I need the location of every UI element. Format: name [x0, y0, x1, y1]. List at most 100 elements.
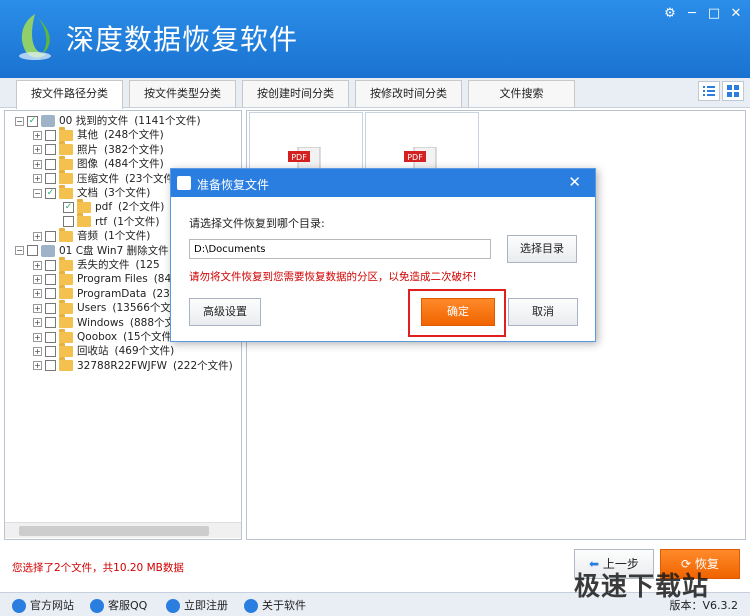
close-icon[interactable]: ✕	[726, 6, 746, 22]
tree-item-label: pdf	[95, 201, 113, 214]
expand-toggle-icon[interactable]: +	[33, 260, 42, 270]
tree-item[interactable]: ✓ pdf (2个文件)	[51, 198, 164, 214]
tree-item[interactable]: + 音频 (1个文件)	[33, 227, 151, 243]
tree-checkbox[interactable]: ✓	[63, 201, 74, 213]
tree-item[interactable]: + Program Files (842	[33, 270, 178, 286]
tree-checkbox[interactable]	[45, 158, 56, 170]
selection-status: 您选择了2个文件，共10.20 MB数据	[12, 562, 184, 574]
tree-checkbox[interactable]	[45, 259, 56, 271]
tree-item-label: 照片	[77, 143, 98, 156]
tree-item[interactable]: − ✓ 00 找到的文件 (1141个文件)	[15, 114, 201, 128]
tree-checkbox[interactable]	[45, 288, 56, 300]
tab-by-path[interactable]: 按文件路径分类	[16, 80, 123, 109]
tree-item-label: Users	[77, 302, 107, 315]
expand-toggle-icon[interactable]: +	[33, 274, 42, 284]
expand-toggle-icon[interactable]: +	[33, 361, 42, 371]
tree-checkbox[interactable]	[45, 173, 56, 185]
support-qq-link[interactable]: 客服QQ	[90, 597, 147, 613]
tree-item[interactable]: + 回收站 (469个文件)	[33, 342, 175, 358]
expand-toggle-icon[interactable]: +	[33, 174, 42, 184]
tab-by-modified[interactable]: 按修改时间分类	[355, 80, 462, 107]
tree-item-label: 00 找到的文件	[59, 115, 129, 127]
expand-toggle-icon[interactable]: −	[33, 188, 42, 198]
expand-toggle-icon[interactable]: −	[15, 246, 24, 256]
tab-by-type[interactable]: 按文件类型分类	[129, 80, 236, 107]
expand-toggle-icon[interactable]: +	[33, 346, 42, 356]
dialog-close-icon[interactable]: ✕	[568, 173, 581, 191]
expand-toggle-icon[interactable]: −	[15, 116, 24, 126]
tree-checkbox[interactable]	[27, 245, 38, 257]
expand-toggle-icon[interactable]: +	[33, 303, 42, 313]
tree-item[interactable]: + 其他 (248个文件)	[33, 126, 164, 142]
tree-checkbox[interactable]	[45, 230, 56, 242]
folder-icon	[59, 328, 73, 343]
file-tile[interactable]: PDF	[365, 112, 479, 173]
confirm-button[interactable]: 确定	[421, 298, 495, 326]
tree-item[interactable]: − 01 C盘 Win7 删除文件 (	[15, 244, 182, 258]
file-tile[interactable]: PDF	[249, 112, 363, 173]
tree-checkbox[interactable]	[45, 345, 56, 357]
expand-toggle-icon[interactable]: +	[33, 318, 42, 328]
expand-toggle-icon[interactable]: +	[33, 159, 42, 169]
tree-checkbox[interactable]: ✓	[45, 187, 56, 199]
register-link[interactable]: 立即注册	[166, 597, 228, 613]
title-bar: 深度数据恢复软件 ⚙ ─ □ ✕	[0, 0, 750, 78]
tree-item[interactable]: + Users (13566个文	[33, 299, 171, 315]
advanced-settings-button[interactable]: 高级设置	[189, 298, 261, 326]
tree-item-count: (1个文件)	[104, 230, 151, 243]
tree-item[interactable]: rtf (1个文件)	[51, 213, 160, 229]
cancel-button[interactable]: 取消	[508, 298, 578, 326]
tree-item[interactable]: + 丢失的文件 (125	[33, 256, 160, 272]
scrollbar-thumb[interactable]	[19, 526, 209, 536]
tree-checkbox[interactable]	[45, 302, 56, 314]
tree-item[interactable]: + ProgramData (237	[33, 285, 177, 301]
settings-icon[interactable]: ⚙	[660, 6, 680, 22]
tree-item[interactable]: + 压缩文件 (23个文件)	[33, 170, 178, 186]
expand-toggle-icon[interactable]: +	[33, 130, 42, 140]
about-link[interactable]: 关于软件	[244, 597, 306, 613]
folder-icon	[59, 170, 73, 185]
tree-item-count: (382个文件)	[104, 143, 164, 156]
home-icon	[12, 599, 26, 613]
folder-icon	[59, 227, 73, 242]
maximize-icon[interactable]: □	[704, 6, 724, 22]
tree-checkbox[interactable]	[45, 360, 56, 372]
tree-checkbox[interactable]	[45, 144, 56, 156]
tree-item-label: 压缩文件	[77, 172, 119, 185]
tree-item-label: Qoobox	[77, 331, 118, 343]
tree-item-count: (15个文件)	[123, 331, 177, 343]
tree-item-count: (222个文件)	[173, 359, 233, 372]
tab-file-search[interactable]: 文件搜索	[468, 80, 575, 107]
choose-directory-button[interactable]: 选择目录	[507, 235, 577, 263]
tree-horizontal-scrollbar[interactable]	[5, 522, 241, 538]
tree-item-label: 丢失的文件	[77, 259, 130, 271]
tree-item-label: 文档	[77, 187, 98, 199]
dialog-prompt: 请选择文件恢复到哪个目录:	[189, 217, 325, 230]
expand-toggle-icon[interactable]: +	[33, 231, 42, 241]
minimize-icon[interactable]: ─	[682, 6, 702, 22]
tree-item-count: (469个文件)	[114, 345, 175, 358]
tree-checkbox[interactable]	[45, 273, 56, 285]
tree-checkbox[interactable]: ✓	[27, 115, 38, 127]
tree-item[interactable]: + Qoobox (15个文件)	[33, 328, 177, 344]
tree-checkbox[interactable]	[45, 129, 56, 141]
restore-path-input[interactable]	[189, 239, 491, 259]
expand-toggle-icon[interactable]: +	[33, 145, 42, 155]
list-view-icon[interactable]	[698, 81, 720, 101]
tree-checkbox[interactable]	[45, 317, 56, 329]
grid-view-icon[interactable]	[722, 81, 744, 101]
expand-toggle-icon[interactable]: +	[33, 332, 42, 342]
tree-item[interactable]: + Windows (888个文	[33, 314, 175, 330]
tree-item[interactable]: + 照片 (382个文件)	[33, 141, 164, 157]
tree-item[interactable]: + 图像 (484个文件)	[33, 155, 164, 171]
tree-checkbox[interactable]	[63, 216, 74, 228]
tree-item[interactable]: − ✓ 文档 (3个文件)	[33, 184, 150, 200]
register-icon	[166, 599, 180, 613]
tree-item[interactable]: +32788R22FWJFW (222个文件)	[33, 357, 233, 373]
official-website-link[interactable]: 官方网站	[12, 597, 74, 613]
tree-item-label: rtf	[95, 215, 108, 228]
tree-item-label: 32788R22FWJFW	[77, 359, 167, 372]
expand-toggle-icon[interactable]: +	[33, 289, 42, 299]
tree-checkbox[interactable]	[45, 331, 56, 343]
tab-by-created[interactable]: 按创建时间分类	[242, 80, 349, 107]
